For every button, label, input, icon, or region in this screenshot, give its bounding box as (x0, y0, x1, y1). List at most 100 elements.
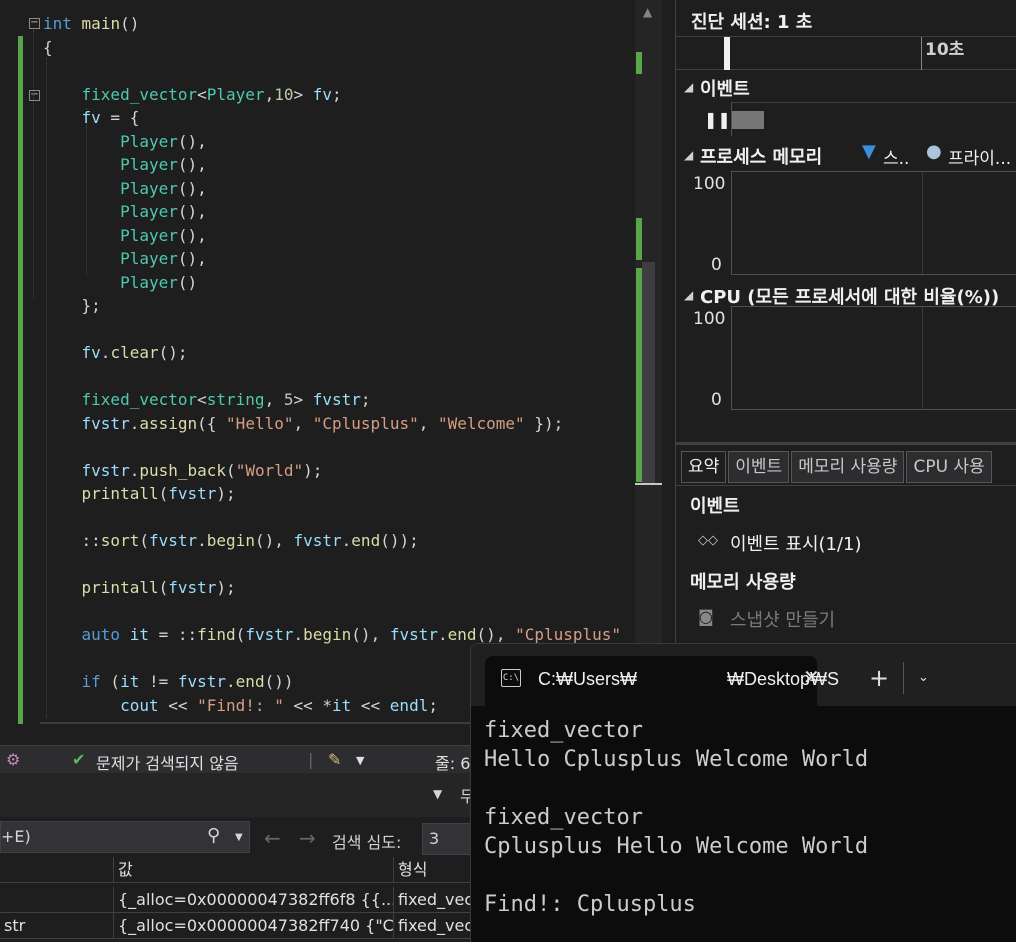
column-header-name[interactable] (0, 857, 114, 883)
back-arrow-icon[interactable]: ← (264, 826, 281, 850)
session-title: 진단 세션: 1 초 (691, 12, 813, 33)
line-indicator[interactable]: 줄: 6 (435, 750, 470, 774)
events-heading: 이벤트 (690, 496, 740, 517)
dropdown-icon[interactable]: ▼ (433, 787, 442, 801)
column-header-value[interactable]: 값 (114, 857, 394, 883)
status-text[interactable]: 문제가 검색되지 않음 (96, 750, 239, 774)
events-track[interactable] (731, 102, 1016, 136)
code-line[interactable]: fixed_vector<string, 5> fvstr; (43, 388, 371, 411)
terminal-output-line: Find!: Cplusplus (484, 892, 696, 917)
code-line[interactable]: printall(fvstr); (43, 576, 236, 599)
fold-collapse-icon[interactable]: − (29, 18, 40, 29)
row-value[interactable]: {_alloc=0x00000047382ff6f8 {{...},... (114, 887, 394, 913)
process-memory-title[interactable]: 프로세스 메모리 (700, 143, 822, 169)
watch-search-input[interactable]: +E) ⚲ ▼ (0, 821, 250, 853)
tab-cpu-usage[interactable]: CPU 사용 (906, 451, 992, 483)
chart-gridline (922, 307, 923, 409)
code-line[interactable]: fvstr.assign({ "Hello", "Cplusplus", "We… (43, 412, 564, 435)
collapse-triangle-icon[interactable]: ◢ (684, 288, 693, 302)
collapse-triangle-icon[interactable]: ◢ (684, 148, 693, 162)
event-marker[interactable] (732, 111, 764, 129)
code-line[interactable]: Player(), (43, 200, 207, 223)
cpu-chart[interactable] (731, 306, 1016, 410)
separator (903, 662, 904, 694)
code-line[interactable]: fv.clear(); (43, 341, 188, 364)
row-type[interactable]: fixed_vec (394, 887, 480, 913)
memory-chart[interactable] (731, 171, 1016, 275)
events-section-title[interactable]: 이벤트 (700, 75, 750, 101)
events-link-icon: ◇◇ (698, 533, 718, 548)
code-line[interactable]: }; (43, 294, 101, 317)
timeline-cursor[interactable] (724, 37, 730, 70)
splitter[interactable] (676, 442, 1016, 445)
tab-events[interactable]: 이벤트 (728, 451, 790, 483)
collapse-triangle-icon[interactable]: ◢ (684, 80, 693, 94)
code-line[interactable]: printall(fvstr); (43, 482, 236, 505)
change-marker (636, 218, 642, 260)
change-indicator-bar (18, 36, 23, 724)
column-header-type[interactable]: 형식 (394, 857, 480, 883)
editor-scrollbar[interactable]: ▲ (635, 0, 662, 745)
copilot-icon[interactable]: ⚙ (6, 750, 20, 769)
row-name[interactable]: str (0, 913, 114, 939)
memory-usage-heading: 메모리 사용량 (690, 572, 796, 593)
caret-position-marker (635, 483, 662, 485)
code-line[interactable]: fixed_vector<Player,10> fv; (43, 83, 342, 106)
tab-summary[interactable]: 요약 (681, 451, 727, 483)
code-line[interactable]: ::sort(fvstr.begin(), fvstr.end()); (43, 529, 419, 552)
terminal-output-line: fixed_vector (484, 805, 643, 830)
timeline-ruler[interactable]: 10초 (676, 36, 1016, 70)
diagnostic-tools-panel: 진단 세션: 1 초 10초 ◢ 이벤트 ❚❚ ◢ 프로세스 메모리 ▼ 스..… (675, 0, 1016, 660)
code-line[interactable]: Player(), (43, 177, 207, 200)
terminal-output-line: fixed_vector (484, 718, 643, 743)
timeline-tick-label: 10초 (925, 40, 965, 60)
close-icon[interactable]: ✕ (803, 665, 820, 689)
code-editor[interactable]: − − int main(){ fixed_vector<Player,10> … (0, 0, 635, 745)
terminal-titlebar: C:\ C:₩Users₩ ₩Desktop₩S ✕ + ⌄ (471, 644, 1016, 706)
editor-status-bar: ⚙ ✔ 문제가 검색되지 않음 | ✎ ▼ 줄: 6 (0, 745, 480, 773)
camera-icon[interactable]: ◙ (698, 607, 714, 626)
terminal-icon: C:\ (501, 669, 521, 687)
code-line[interactable]: Player(), (43, 130, 207, 153)
pause-icon[interactable]: ❚❚ (704, 110, 731, 129)
terminal-window[interactable]: C:\ C:₩Users₩ ₩Desktop₩S ✕ + ⌄ fixed_vect… (470, 643, 1016, 942)
search-icon[interactable]: ⚲ (207, 825, 220, 846)
screen: − − int main(){ fixed_vector<Player,10> … (0, 0, 1016, 942)
forward-arrow-icon[interactable]: → (299, 826, 316, 850)
diag-tabs: 요약 이벤트 메모리 사용량 CPU 사용 (681, 451, 994, 483)
chevron-down-icon[interactable]: ▼ (356, 754, 364, 767)
snapshot-legend-icon: ▼ (862, 141, 876, 162)
terminal-output-line: Cplusplus Hello Welcome World (484, 834, 869, 859)
code-line[interactable]: if (it != fvstr.end()) (43, 670, 294, 693)
scroll-thumb[interactable] (642, 262, 655, 484)
chevron-down-icon[interactable]: ⌄ (918, 670, 929, 685)
code-line[interactable]: fvstr.push_back("World"); (43, 459, 323, 482)
timeline-tick (921, 37, 922, 70)
broom-icon[interactable]: ✎ (328, 750, 341, 769)
private-bytes-legend-icon: ● (926, 141, 942, 162)
code-line[interactable]: { (43, 36, 53, 59)
row-type[interactable]: fixed_vec (394, 913, 480, 939)
check-circle-icon: ✔ (72, 750, 86, 769)
code-line[interactable]: Player(), (43, 224, 207, 247)
divider (676, 485, 1016, 486)
watch-header: ▼ 무 (0, 773, 480, 817)
fold-collapse-icon[interactable]: − (29, 90, 40, 101)
row-name[interactable] (0, 887, 114, 913)
code-line[interactable]: Player() (43, 271, 197, 294)
code-line[interactable]: Player(), (43, 247, 207, 270)
code-line[interactable]: cout << "Find!: " << *it << endl; (43, 694, 438, 717)
show-events-link[interactable]: 이벤트 표시(1/1) (730, 530, 862, 556)
scroll-up-icon[interactable]: ▲ (643, 5, 652, 19)
row-value[interactable]: {_alloc=0x00000047382ff740 {"C... (114, 913, 394, 939)
terminal-tab[interactable]: C:\ C:₩Users₩ ₩Desktop₩S ✕ (485, 656, 839, 706)
code-line[interactable]: int main() (43, 12, 139, 35)
tab-memory-usage[interactable]: 메모리 사용량 (791, 451, 905, 483)
take-snapshot-button[interactable]: 스냅샷 만들기 (730, 606, 835, 632)
chevron-down-icon[interactable]: ▼ (235, 832, 243, 843)
code-line[interactable]: fv = { (43, 106, 140, 129)
redacted-block (636, 669, 727, 685)
code-line[interactable]: Player(), (43, 153, 207, 176)
plus-icon[interactable]: + (869, 664, 889, 692)
change-marker (636, 52, 642, 74)
